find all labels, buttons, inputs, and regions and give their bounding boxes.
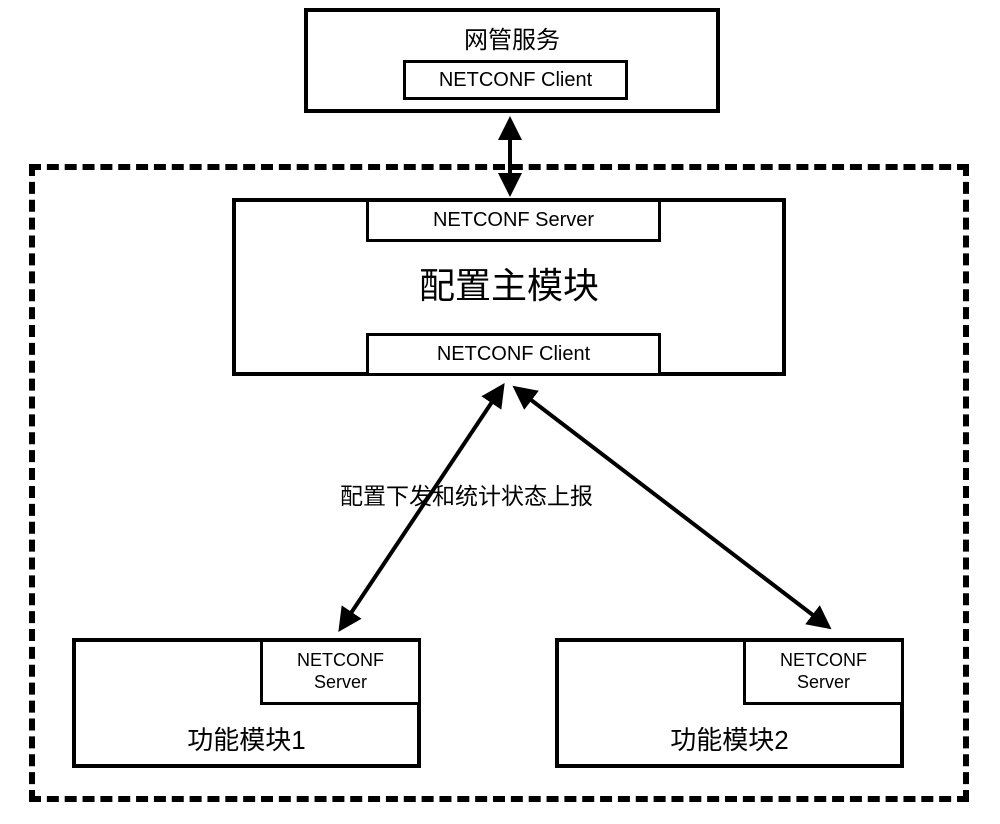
main-config-module: NETCONF Server 配置主模块 NETCONF Client [232, 198, 786, 376]
main-netconf-client: NETCONF Client [366, 333, 661, 373]
func-module-1: NETCONF Server 功能模块1 [72, 638, 421, 768]
diagram-container: 网管服务 NETCONF Client NETCONF Server 配置主模块… [0, 0, 1000, 824]
main-netconf-server: NETCONF Server [366, 202, 661, 242]
top-box-title: 网管服务 [308, 12, 716, 55]
func-1-server-label: NETCONF Server [297, 650, 384, 693]
top-netconf-client: NETCONF Client [403, 60, 628, 100]
func-1-netconf-server: NETCONF Server [260, 642, 418, 705]
func-2-netconf-server: NETCONF Server [743, 642, 901, 705]
func-2-server-label: NETCONF Server [780, 650, 867, 693]
func-module-2: NETCONF Server 功能模块2 [555, 638, 904, 768]
top-management-box: 网管服务 NETCONF Client [304, 8, 720, 113]
arrow-label: 配置下发和统计状态上报 [340, 477, 593, 511]
